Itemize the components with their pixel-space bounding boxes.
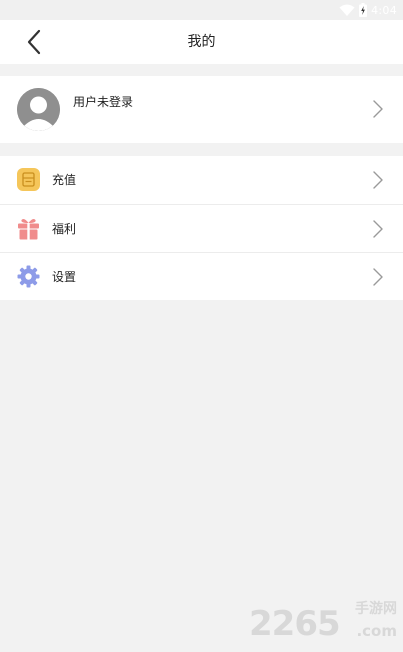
gear-icon [17, 265, 40, 288]
menu-item-label: 福利 [52, 222, 77, 236]
menu-item-label: 充值 [52, 173, 77, 187]
menu-item-recharge[interactable]: 充值 [0, 156, 403, 204]
header-bar: 我的 [0, 20, 403, 64]
wallet-icon [17, 168, 40, 191]
watermark-logo: 2265 手游网 .com [249, 598, 399, 646]
gift-icon [18, 219, 39, 240]
menu-item-welfare[interactable]: 福利 [0, 204, 403, 252]
battery-charging-icon [359, 3, 368, 17]
status-bar: 4:04 [0, 0, 403, 20]
watermark-brand: 手游网 [355, 601, 397, 617]
menu-list: 充值 福利 设置 [0, 156, 403, 300]
wifi-icon [339, 4, 355, 16]
menu-item-settings[interactable]: 设置 [0, 252, 403, 300]
user-name-label: 用户未登录 [73, 95, 134, 109]
status-time: 4:04 [371, 3, 397, 17]
watermark-number: 2265 [249, 604, 341, 644]
watermark-domain: .com [356, 622, 397, 640]
user-login-row[interactable]: 用户未登录 [0, 76, 403, 143]
chevron-right-icon [373, 220, 383, 238]
page-title: 我的 [187, 34, 216, 50]
status-icons: 4:04 [339, 2, 397, 18]
back-button[interactable] [18, 26, 50, 58]
chevron-right-icon [373, 268, 383, 286]
menu-item-label: 设置 [52, 270, 77, 284]
chevron-right-icon [373, 100, 383, 118]
chevron-right-icon [373, 171, 383, 189]
back-chevron-icon [27, 29, 41, 55]
default-avatar-icon [17, 88, 60, 131]
